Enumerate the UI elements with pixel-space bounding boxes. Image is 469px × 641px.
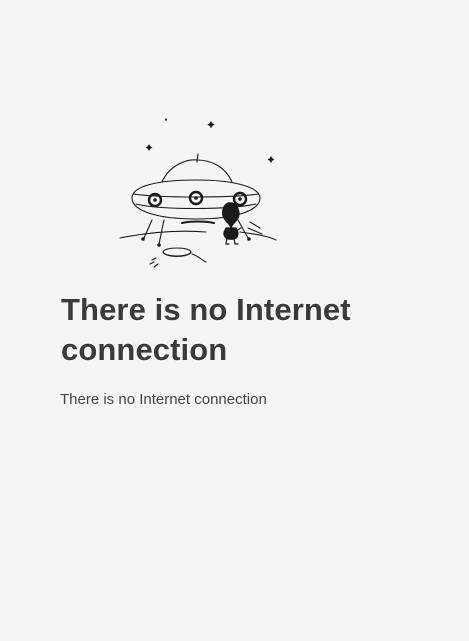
error-page: There is no Internet connection There is… bbox=[0, 0, 469, 641]
error-message: There is no Internet connection bbox=[60, 391, 267, 408]
error-title: There is no Internet connection bbox=[61, 292, 351, 367]
ufo-alien-icon bbox=[110, 110, 290, 270]
